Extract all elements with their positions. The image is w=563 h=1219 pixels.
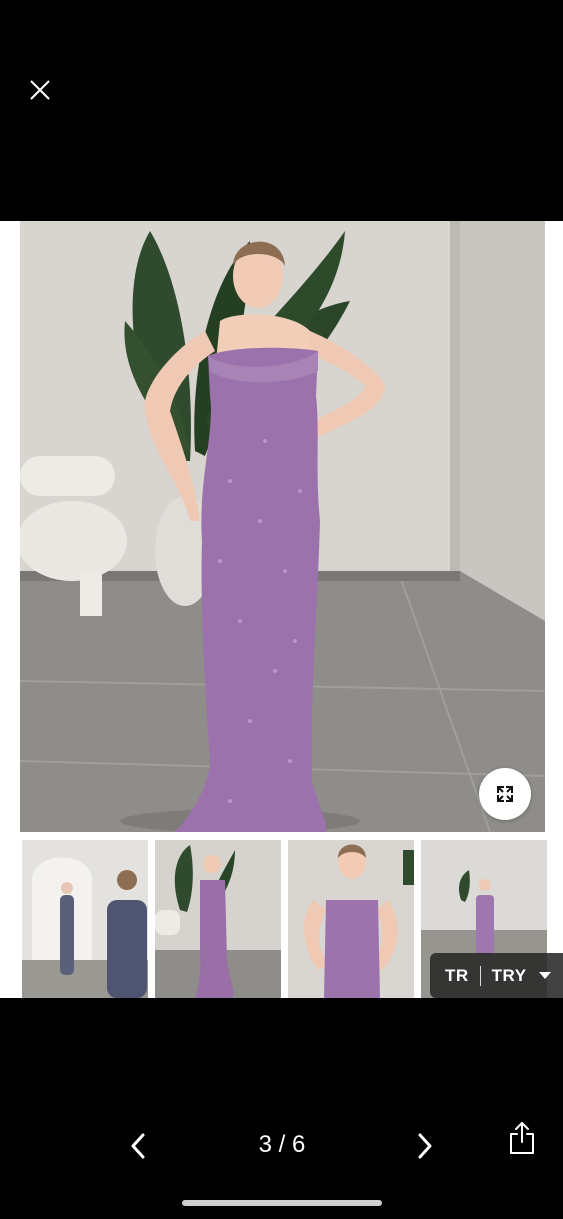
previous-button[interactable] (118, 1126, 158, 1166)
thumbnail-2[interactable] (155, 840, 281, 998)
currency-code: TRY (491, 965, 527, 985)
expand-icon (497, 786, 513, 802)
main-product-image[interactable] (20, 221, 545, 832)
home-indicator (182, 1200, 382, 1206)
thumbnail-3[interactable] (288, 840, 414, 998)
close-button[interactable] (22, 72, 58, 108)
expand-button[interactable] (479, 768, 531, 820)
divider (479, 965, 481, 986)
thumbnail-1[interactable] (22, 840, 148, 998)
share-icon (510, 1122, 534, 1154)
image-viewer (0, 221, 563, 998)
country-code: TR (445, 965, 469, 985)
share-button[interactable] (502, 1118, 542, 1158)
chevron-right-icon (418, 1133, 432, 1159)
caret-down-icon (538, 972, 551, 979)
image-counter: 3 / 6 (258, 1131, 306, 1158)
currency-selector[interactable]: TR TRY (430, 953, 563, 998)
close-icon (30, 80, 50, 100)
next-button[interactable] (405, 1126, 445, 1166)
chevron-left-icon (131, 1133, 145, 1159)
